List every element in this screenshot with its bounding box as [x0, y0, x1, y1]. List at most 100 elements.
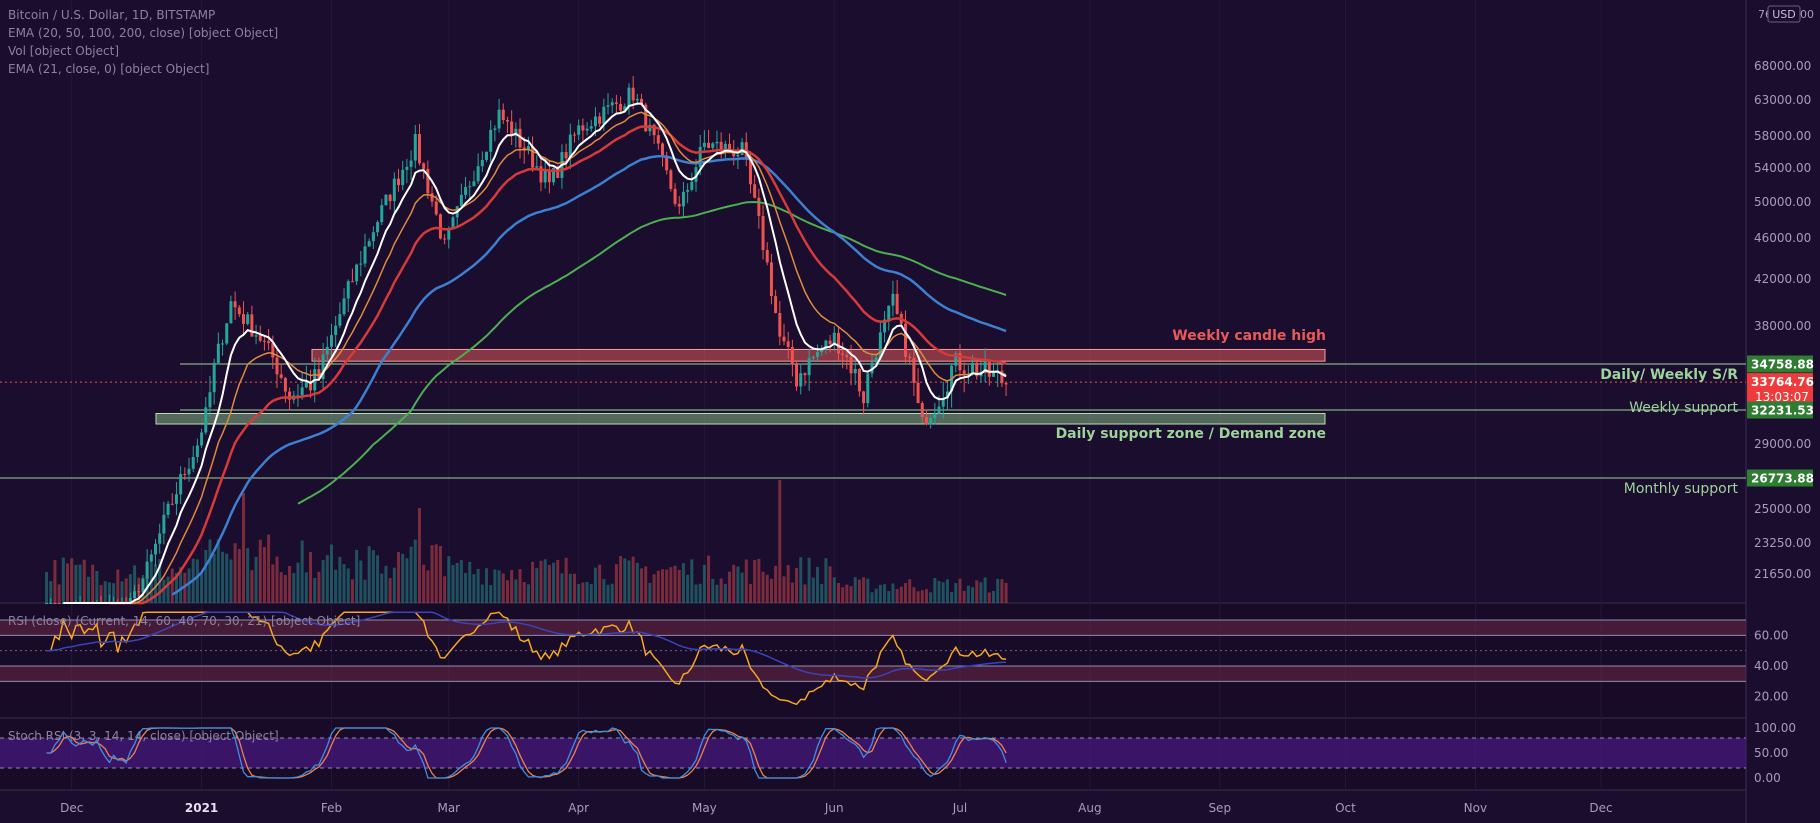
volume-bar — [753, 559, 757, 603]
volume-bar — [912, 587, 916, 603]
candle-body — [577, 125, 581, 135]
volume-bar — [200, 572, 204, 603]
candle-body — [149, 554, 153, 562]
volume-bar — [275, 556, 279, 603]
candle-body — [53, 603, 57, 604]
candle-body — [342, 298, 346, 315]
volume-bar — [673, 565, 677, 603]
volume-bar — [836, 582, 840, 603]
candle-body — [698, 146, 702, 168]
volume-bar — [95, 571, 99, 603]
price-tick: 25000.00 — [1754, 502, 1811, 516]
stoch-legend: Stoch RSI (3, 3, 14, 14, close) [object … — [8, 729, 279, 743]
volume-bar — [86, 576, 90, 603]
volume-bar — [614, 564, 618, 603]
volume-bar — [241, 493, 245, 603]
candle-body — [246, 314, 250, 324]
volume-bar — [384, 565, 388, 603]
candle-body — [468, 186, 472, 188]
candle-body — [154, 543, 157, 555]
volume-bar — [841, 587, 845, 603]
volume-bar — [552, 562, 556, 603]
volume-bar — [539, 560, 543, 603]
time-tick: Mar — [437, 801, 460, 815]
volume-bar — [769, 578, 773, 603]
volume-bar — [589, 584, 593, 603]
candle-body — [367, 241, 371, 247]
volume-bar — [803, 584, 807, 603]
candle-body — [573, 134, 576, 136]
candle-body — [937, 406, 941, 414]
volume-bar — [920, 590, 924, 603]
candle-body — [715, 141, 719, 144]
symbol-title: Bitcoin / U.S. Dollar, 1D, BITSTAMP — [8, 8, 216, 22]
candle-body — [438, 214, 442, 239]
volume-bar — [271, 564, 275, 603]
candle-body — [229, 301, 233, 324]
candle-body — [401, 169, 405, 186]
volume-bar — [761, 571, 765, 603]
candle-body — [275, 357, 279, 375]
price-tick: 21650.00 — [1754, 567, 1811, 581]
candle-body — [811, 356, 815, 359]
volume-bar — [208, 539, 212, 603]
volume-bar — [715, 584, 719, 603]
candle-body — [656, 135, 660, 144]
volume-bar — [619, 555, 623, 603]
volume-bar — [573, 573, 576, 603]
volume-bar — [908, 579, 912, 603]
candle-body — [183, 474, 187, 476]
volume-bar — [924, 589, 928, 603]
annotation-weekly-support: Weekly support — [1629, 400, 1738, 416]
price-tick: 63000.00 — [1754, 93, 1811, 107]
volume-bar — [350, 579, 354, 603]
candle-body — [602, 106, 606, 124]
volume-bar — [635, 562, 639, 603]
candle-body — [141, 578, 145, 592]
candle-body — [866, 373, 870, 404]
volume-bar — [526, 584, 530, 603]
volume-bar — [493, 569, 497, 603]
price-tick: 58000.00 — [1754, 129, 1811, 143]
volume-bar — [359, 560, 363, 603]
volume-bar — [430, 545, 434, 603]
volume-bar — [677, 569, 681, 603]
candle-body — [803, 373, 807, 376]
volume-bar — [560, 573, 564, 603]
candle-body — [417, 134, 421, 164]
volume-bar — [451, 565, 455, 603]
candle-body — [384, 194, 388, 206]
candle-body — [862, 391, 866, 404]
rsi-legend: RSI (close) (Current, 14, 60, 40, 70, 30… — [8, 614, 361, 628]
volume-bar — [723, 583, 727, 603]
volume-bar — [966, 585, 970, 603]
volume-bar — [170, 568, 174, 603]
volume-bar — [652, 574, 656, 603]
volume-bar — [329, 544, 333, 603]
volume-bar — [606, 584, 610, 603]
volume-bar — [790, 582, 794, 603]
volume-bar — [363, 579, 367, 603]
volume-bar — [849, 586, 853, 603]
volume-bar — [1000, 579, 1004, 603]
candle-body — [158, 533, 162, 544]
volume-bar — [195, 559, 199, 603]
volume-bar — [987, 592, 991, 603]
candle-body — [489, 129, 493, 152]
volume-bar — [581, 582, 585, 603]
volume-bar — [380, 573, 384, 603]
volume-bar — [250, 570, 254, 603]
volume-bar — [61, 557, 65, 603]
candle-body — [841, 353, 845, 355]
candle-body — [581, 125, 585, 131]
candle-body — [145, 561, 149, 579]
candle-body — [962, 370, 966, 374]
volume-bar — [338, 556, 342, 603]
candle-body — [409, 160, 413, 167]
volume-bar — [258, 539, 262, 603]
candle-body — [476, 166, 480, 182]
volume-bar — [623, 558, 627, 603]
candle-body — [690, 181, 694, 190]
volume-bar — [799, 557, 803, 603]
chart-canvas[interactable]: Weekly candle high Daily/ Weekly S/R Weekl… — [0, 0, 1820, 823]
